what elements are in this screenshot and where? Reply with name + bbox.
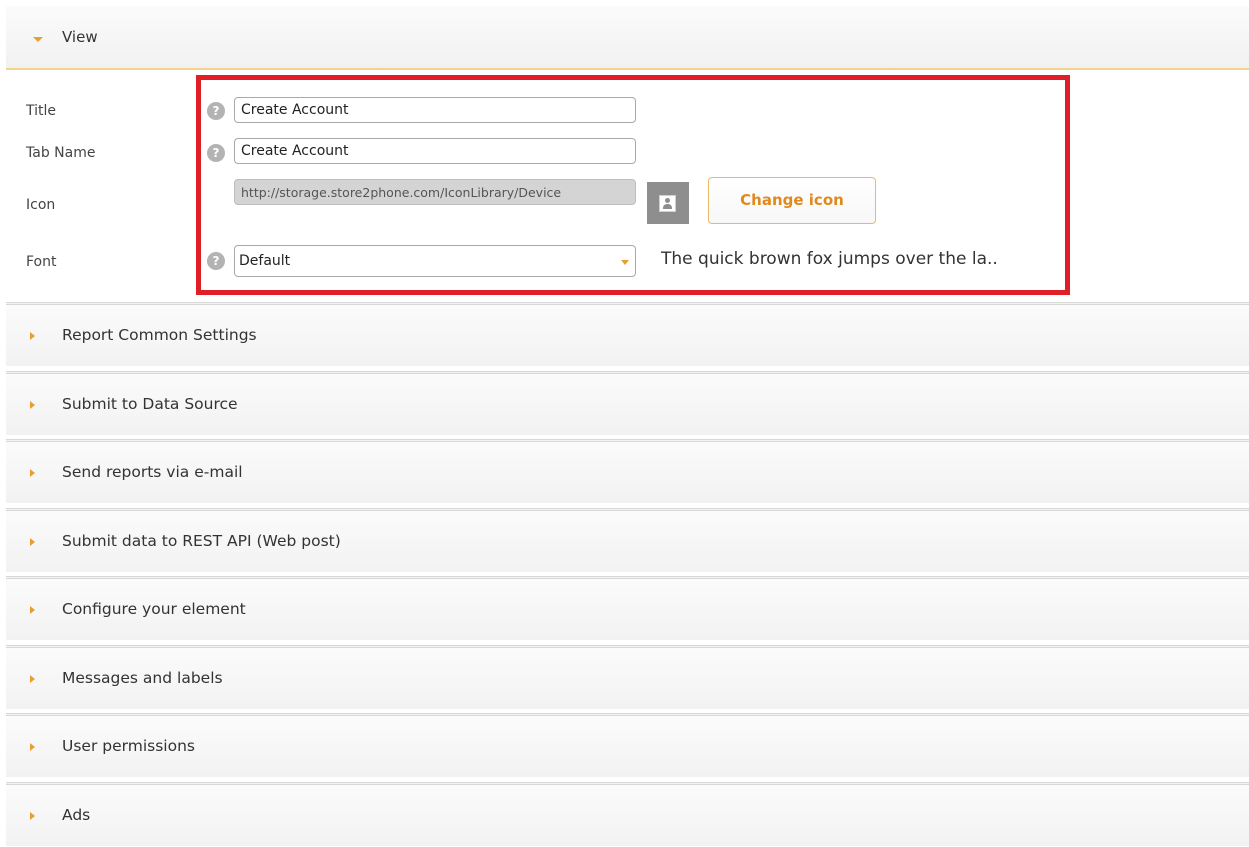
title-input[interactable]: [234, 97, 636, 123]
icon-url-input[interactable]: [234, 179, 636, 205]
section-send-reports-email[interactable]: Send reports via e-mail: [6, 439, 1249, 503]
tab-name-label: Tab Name: [26, 145, 96, 161]
chevron-down-icon: [621, 260, 629, 265]
change-icon-button[interactable]: Change icon: [708, 177, 876, 224]
caret-right-icon: [30, 469, 35, 477]
font-select-value: Default: [239, 253, 291, 269]
caret-right-icon: [30, 606, 35, 614]
view-form: Title ? Tab Name ? Icon Change icon Font…: [6, 70, 1249, 300]
section-configure-element[interactable]: Configure your element: [6, 576, 1249, 640]
section-messages-labels[interactable]: Messages and labels: [6, 645, 1249, 709]
section-title: Ads: [62, 806, 91, 824]
caret-right-icon: [30, 332, 35, 340]
font-help-icon[interactable]: ?: [207, 252, 225, 270]
section-ads[interactable]: Ads: [6, 782, 1249, 846]
icon-preview-thumbnail: [647, 182, 689, 224]
view-section-header[interactable]: View: [6, 6, 1249, 70]
section-submit-to-data-source[interactable]: Submit to Data Source: [6, 371, 1249, 435]
view-section-title: View: [62, 28, 98, 46]
settings-page: View Title ? Tab Name ? Icon Change icon…: [0, 0, 1249, 847]
caret-right-icon: [30, 401, 35, 409]
section-submit-rest-api[interactable]: Submit data to REST API (Web post): [6, 508, 1249, 572]
section-title: User permissions: [62, 737, 195, 755]
section-title: Submit to Data Source: [62, 395, 238, 413]
font-preview-text: The quick brown fox jumps over the la..: [661, 249, 998, 269]
icon-label: Icon: [26, 197, 56, 213]
caret-down-icon: [33, 37, 43, 42]
section-title: Messages and labels: [62, 669, 223, 687]
section-title: Report Common Settings: [62, 326, 257, 344]
caret-right-icon: [30, 675, 35, 683]
user-placeholder-icon: [659, 195, 676, 212]
font-select[interactable]: Default: [234, 245, 636, 277]
caret-right-icon: [30, 538, 35, 546]
tab-name-help-icon[interactable]: ?: [207, 144, 225, 162]
section-title: Submit data to REST API (Web post): [62, 532, 341, 550]
section-user-permissions[interactable]: User permissions: [6, 713, 1249, 777]
title-label: Title: [26, 103, 57, 119]
caret-right-icon: [30, 743, 35, 751]
tab-name-input[interactable]: [234, 138, 636, 164]
section-report-common-settings[interactable]: Report Common Settings: [6, 302, 1249, 366]
caret-right-icon: [30, 812, 35, 820]
font-label: Font: [26, 254, 57, 270]
title-help-icon[interactable]: ?: [207, 102, 225, 120]
section-title: Configure your element: [62, 600, 246, 618]
section-title: Send reports via e-mail: [62, 463, 243, 481]
